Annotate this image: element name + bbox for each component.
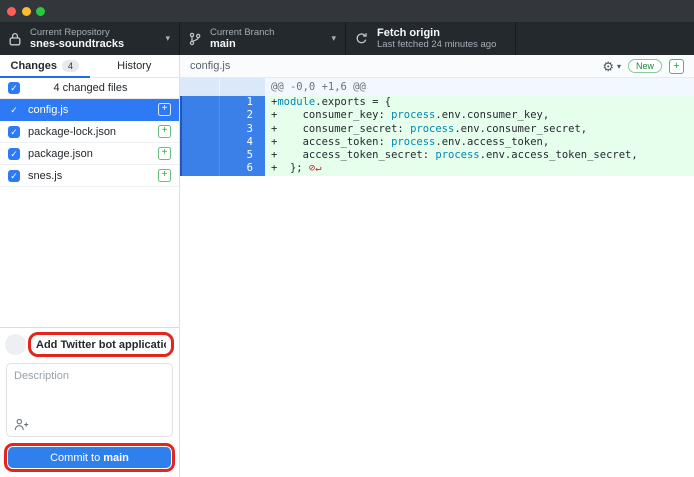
changed-files-label: 4 changed files [28,82,171,94]
diff-lines: 1+module.exports = {2+ consumer_key: pro… [180,96,694,176]
diff-line[interactable]: 5+ access_token_secret: process.env.acce… [180,149,694,162]
file-row[interactable]: ✓ package-lock.json+ [0,121,179,143]
changes-sidebar: Changes 4 History ✓ 4 changed files ✓ con… [0,55,180,477]
diff-header: config.js ⚙ ▾ New + [180,55,694,78]
diff-gutter-old-line-number[interactable] [180,123,220,136]
title-bar [0,0,694,22]
diff-gutter-new-line-number[interactable]: 1 [220,96,265,109]
lock-icon [9,32,21,46]
hunk-gutter-new [220,78,265,96]
toolbar: Current Repository snes-soundtracks ▾ Cu… [0,22,694,55]
commit-description-box [6,363,173,437]
diff-filename: config.js [190,60,230,72]
diff-line-code: + consumer_secret: process.env.consumer_… [265,123,694,136]
no-newline-icon: ⊘↵ [303,162,322,174]
chevron-down-icon: ▾ [323,33,336,44]
sidebar-tabs: Changes 4 History [0,55,179,78]
diff-line[interactable]: 6+ }; ⊘↵ [180,162,694,175]
diff-gutter-new-line-number[interactable]: 6 [220,162,265,175]
diff-gutter-new-line-number[interactable]: 5 [220,149,265,162]
toolbar-spacer [516,22,694,55]
commit-button[interactable]: Commit to main [8,447,171,468]
expand-diff-button[interactable]: + [669,59,684,74]
diff-gutter-old-line-number[interactable] [180,149,220,162]
fetch-origin-status: Last fetched 24 minutes ago [377,39,496,50]
gear-icon[interactable]: ⚙ [602,60,614,73]
diff-line[interactable]: 4+ access_token: process.env.access_toke… [180,136,694,149]
avatar [5,334,26,355]
hunk-header-text: @@ -0,0 +1,6 @@ [265,78,694,96]
diff-line[interactable]: 2+ consumer_key: process.env.consumer_ke… [180,109,694,122]
current-branch-label: Current Branch [210,27,274,38]
tab-changes-label: Changes [11,60,57,72]
file-name: package-lock.json [28,126,158,138]
close-window-button[interactable] [7,7,16,16]
chevron-down-icon: ▾ [157,33,170,44]
changes-count-badge: 4 [62,60,79,72]
file-name: package.json [28,148,158,160]
tab-history[interactable]: History [90,55,180,77]
file-name: snes.js [28,170,158,182]
diff-line[interactable]: 1+module.exports = { [180,96,694,109]
current-branch-button[interactable]: Current Branch main ▾ [180,22,346,55]
tab-history-label: History [117,60,151,72]
added-file-icon: + [158,169,171,182]
commit-button-branch: main [103,452,129,464]
file-checkbox[interactable]: ✓ [8,170,20,182]
chevron-down-icon[interactable]: ▾ [617,62,621,71]
diff-line-code: + access_token: process.env.access_token… [265,136,694,149]
fetch-origin-label: Fetch origin [377,27,496,39]
diff-gutter-new-line-number[interactable]: 3 [220,123,265,136]
zoom-window-button[interactable] [36,7,45,16]
current-branch-value: main [210,38,274,50]
diff-gutter-old-line-number[interactable] [180,136,220,149]
diff-body: @@ -0,0 +1,6 @@ 1+module.exports = {2+ c… [180,78,694,477]
diff-gutter-new-line-number[interactable]: 2 [220,109,265,122]
file-row[interactable]: ✓ snes.js+ [0,165,179,187]
tab-changes[interactable]: Changes 4 [0,55,90,77]
hunk-gutter-old [180,78,220,96]
file-checkbox[interactable]: ✓ [8,126,20,138]
minimize-window-button[interactable] [22,7,31,16]
commit-description-input[interactable] [7,364,172,414]
file-list: ✓config.js+✓package-lock.json+✓package.j… [0,99,179,187]
diff-gutter-old-line-number[interactable] [180,96,220,109]
select-all-checkbox[interactable]: ✓ [8,82,20,94]
annotation-highlight-summary [28,332,174,357]
file-checkbox[interactable]: ✓ [8,104,20,116]
current-repository-button[interactable]: Current Repository snes-soundtracks ▾ [0,22,180,55]
diff-line[interactable]: 3+ consumer_secret: process.env.consumer… [180,123,694,136]
commit-summary-input[interactable] [36,339,166,351]
commit-box: Commit to main [0,327,179,477]
diff-line-code: + }; ⊘↵ [265,162,694,175]
annotation-highlight-commit-button: Commit to main [4,443,175,472]
diff-gutter-old-line-number[interactable] [180,162,220,175]
added-file-icon: + [158,125,171,138]
diff-line-code: +module.exports = { [265,96,694,109]
diff-gutter-old-line-number[interactable] [180,109,220,122]
file-row[interactable]: ✓ package.json+ [0,143,179,165]
file-row[interactable]: ✓ config.js+ [0,99,179,121]
new-file-badge: New [628,59,662,73]
diff-line-code: + access_token_secret: process.env.acces… [265,149,694,162]
current-repository-label: Current Repository [30,27,124,38]
add-coauthor-icon[interactable] [14,418,29,431]
file-name: config.js [28,104,158,116]
hunk-header-row: @@ -0,0 +1,6 @@ [180,78,694,96]
git-branch-icon [189,32,201,46]
file-checkbox[interactable]: ✓ [8,148,20,160]
commit-button-prefix: Commit to [50,452,100,464]
added-file-icon: + [158,147,171,160]
diff-gutter-new-line-number[interactable]: 4 [220,136,265,149]
added-file-icon: + [158,103,171,116]
fetch-origin-button[interactable]: Fetch origin Last fetched 24 minutes ago [346,22,516,55]
sync-icon [355,32,368,45]
select-all-row: ✓ 4 changed files [0,78,179,99]
diff-pane: config.js ⚙ ▾ New + @@ -0,0 +1,6 @@ 1+mo… [180,55,694,477]
current-repository-value: snes-soundtracks [30,38,124,50]
diff-line-code: + consumer_key: process.env.consumer_key… [265,109,694,122]
